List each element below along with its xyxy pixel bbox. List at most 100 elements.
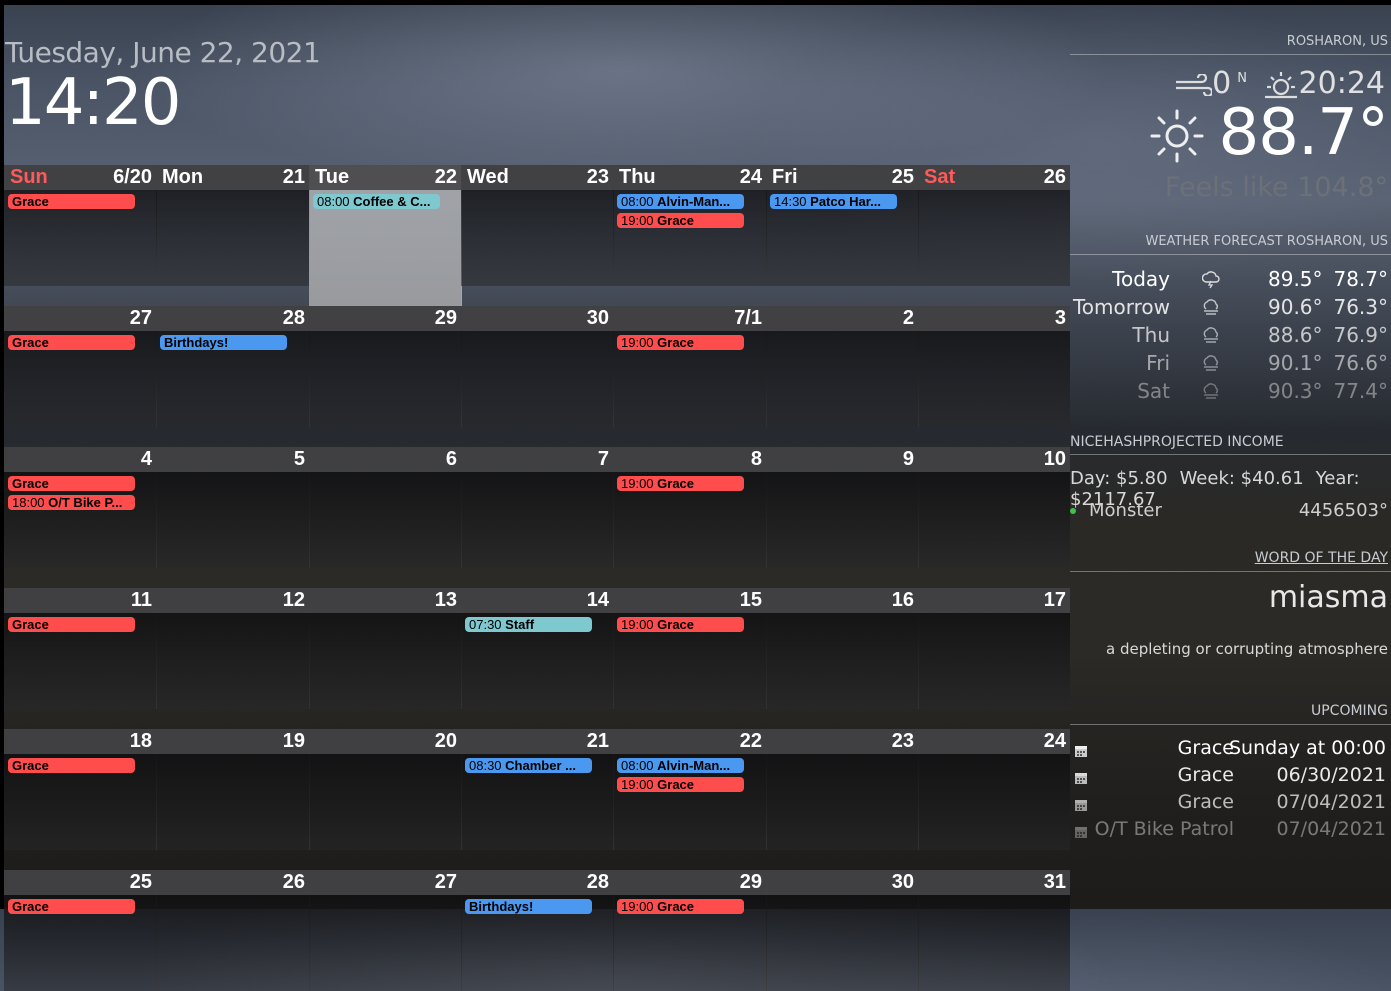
day-number: 7 bbox=[597, 448, 609, 470]
calendar-day[interactable]: 20 bbox=[309, 729, 462, 850]
calendar-event[interactable]: 07:30 Staff bbox=[465, 617, 592, 632]
calendar-day[interactable]: 13 bbox=[309, 588, 462, 709]
calendar-day[interactable]: 2 bbox=[766, 306, 919, 427]
calendar-day[interactable]: Thu 24 08:00 Alvin-Man... 19:00 Grace bbox=[613, 165, 767, 286]
day-number: 5 bbox=[293, 448, 305, 470]
day-header: 22 bbox=[613, 729, 766, 754]
calendar-day[interactable]: 6 bbox=[309, 447, 462, 568]
calendar-event[interactable]: Grace bbox=[8, 899, 135, 914]
calendar-day[interactable]: 16 bbox=[766, 588, 919, 709]
calendar-day[interactable]: 29 19:00 Grace bbox=[613, 870, 767, 991]
calendar-event[interactable]: Grace bbox=[8, 335, 135, 350]
calendar-day[interactable]: 9 bbox=[766, 447, 919, 568]
calendar-day[interactable]: 3 bbox=[918, 306, 1070, 427]
event-title: Chamber ... bbox=[505, 758, 576, 773]
upcoming-event[interactable]: Grace Sunday at 00:00 bbox=[1070, 735, 1391, 762]
forecast-title: WEATHER FORECAST ROSHARON, US bbox=[1145, 234, 1388, 249]
calendar-day[interactable]: 7/1 19:00 Grace bbox=[613, 306, 767, 427]
calendar-day[interactable]: 18 Grace bbox=[4, 729, 157, 850]
upcoming-event[interactable]: Grace 06/30/2021 bbox=[1070, 762, 1391, 789]
calendar-event[interactable]: 19:00 Grace bbox=[617, 213, 744, 228]
calendar-event[interactable]: 19:00 Grace bbox=[617, 899, 744, 914]
upcoming-event[interactable]: O/T Bike Patrol 07/04/2021 bbox=[1070, 816, 1391, 843]
calendar-day[interactable]: 17 bbox=[918, 588, 1070, 709]
day-header: 5 bbox=[156, 447, 309, 472]
calendar-day[interactable]: 27 bbox=[309, 870, 462, 991]
calendar-day[interactable]: 30 bbox=[766, 870, 919, 991]
event-time: 19:00 bbox=[621, 335, 658, 350]
calendar-day[interactable]: 5 bbox=[156, 447, 310, 568]
calendar-day[interactable]: Wed 23 bbox=[461, 165, 614, 286]
calendar-event[interactable]: 08:00 Coffee & C... bbox=[313, 194, 440, 209]
calendar-day[interactable]: 28 Birthdays! bbox=[156, 306, 310, 427]
day-header: 11 bbox=[4, 588, 156, 613]
cloudy-wind-icon bbox=[1202, 354, 1220, 372]
calendar-event[interactable]: 19:00 Grace bbox=[617, 777, 744, 792]
calendar-day[interactable]: Sat 26 bbox=[918, 165, 1070, 286]
calendar-day[interactable]: 25 Grace bbox=[4, 870, 157, 991]
calendar-day[interactable]: 15 19:00 Grace bbox=[613, 588, 767, 709]
calendar-event[interactable]: 08:30 Chamber ... bbox=[465, 758, 592, 773]
calendar-event[interactable]: 08:00 Alvin-Man... bbox=[617, 194, 744, 209]
calendar-event[interactable]: 14:30 Patco Har... bbox=[770, 194, 897, 209]
calendar-day[interactable]: 12 bbox=[156, 588, 310, 709]
calendar-day[interactable]: 22 08:00 Alvin-Man... 19:00 Grace bbox=[613, 729, 767, 850]
calendar-day[interactable]: 19 bbox=[156, 729, 310, 850]
calendar-event[interactable]: 18:00 O/T Bike P... bbox=[8, 495, 135, 510]
calendar-day[interactable]: 28 Birthdays! bbox=[461, 870, 614, 991]
calendar-day[interactable]: 14 07:30 Staff bbox=[461, 588, 614, 709]
day-number: 26 bbox=[282, 871, 305, 893]
calendar-day[interactable]: 21 08:30 Chamber ... bbox=[461, 729, 614, 850]
calendar-event[interactable]: 19:00 Grace bbox=[617, 617, 744, 632]
calendar-event[interactable]: Grace bbox=[8, 617, 135, 632]
calendar-day[interactable]: Fri 25 14:30 Patco Har... bbox=[766, 165, 919, 286]
day-number: 29 bbox=[434, 307, 457, 329]
upcoming-event[interactable]: Grace 07/04/2021 bbox=[1070, 789, 1391, 816]
rig-value: 4456503° bbox=[1298, 500, 1388, 521]
event-time: 08:00 bbox=[621, 758, 658, 773]
calendar-event[interactable]: Grace bbox=[8, 758, 135, 773]
day-header: Mon 21 bbox=[156, 165, 309, 190]
calendar-day[interactable]: 29 bbox=[309, 306, 462, 427]
calendar-event[interactable]: Birthdays! bbox=[160, 335, 287, 350]
event-time: 08:00 bbox=[317, 194, 354, 209]
event-time: 19:00 bbox=[621, 476, 658, 491]
calendar-event[interactable]: 08:00 Alvin-Man... bbox=[617, 758, 744, 773]
calendar-day[interactable]: 4 Grace 18:00 O/T Bike P... bbox=[4, 447, 157, 568]
day-number: 25 bbox=[891, 166, 914, 188]
calendar-day[interactable]: Mon 21 bbox=[156, 165, 310, 286]
calendar-day[interactable]: 10 bbox=[918, 447, 1070, 568]
calendar-day[interactable]: 31 bbox=[918, 870, 1070, 991]
day-number: 29 bbox=[739, 871, 762, 893]
calendar-day[interactable]: 8 19:00 Grace bbox=[613, 447, 767, 568]
upcoming-event-when: 07/04/2021 bbox=[1276, 818, 1386, 840]
calendar-day[interactable]: 11 Grace bbox=[4, 588, 157, 709]
event-time: 14:30 bbox=[774, 194, 811, 209]
calendar-day[interactable]: 26 bbox=[156, 870, 310, 991]
calendar-day[interactable]: 7 bbox=[461, 447, 614, 568]
calendar-event[interactable]: Grace bbox=[8, 476, 135, 491]
calendar-event[interactable]: 19:00 Grace bbox=[617, 335, 744, 350]
day-number: 26 bbox=[1043, 166, 1066, 188]
calendar-day[interactable]: 27 Grace bbox=[4, 306, 157, 427]
weekday-label: Sat bbox=[924, 166, 956, 188]
calendar-day[interactable]: Sun 6/20 Grace bbox=[4, 165, 157, 286]
calendar-event[interactable]: Grace bbox=[8, 194, 135, 209]
day-number: 20 bbox=[434, 730, 457, 752]
day-number: 17 bbox=[1043, 589, 1066, 611]
upcoming-event-title: Grace bbox=[1177, 737, 1234, 759]
calendar-day[interactable]: 30 bbox=[461, 306, 614, 427]
cloudy-wind-icon bbox=[1202, 326, 1220, 344]
calendar-day-today[interactable]: Tue 22 08:00 Coffee & C... bbox=[309, 165, 462, 306]
weekday-label: Mon bbox=[162, 166, 204, 188]
calendar-icon bbox=[1074, 795, 1088, 811]
day-number: 23 bbox=[891, 730, 914, 752]
calendar-week: 18 Grace 19 20 21 08:30 Chamber ... 22 08:00 Al… bbox=[4, 729, 1070, 870]
day-header: 9 bbox=[766, 447, 918, 472]
day-header: 13 bbox=[309, 588, 461, 613]
calendar-event[interactable]: Birthdays! bbox=[465, 899, 592, 914]
event-time: 08:30 bbox=[469, 758, 506, 773]
calendar-day[interactable]: 23 bbox=[766, 729, 919, 850]
calendar-event[interactable]: 19:00 Grace bbox=[617, 476, 744, 491]
calendar-day[interactable]: 24 bbox=[918, 729, 1070, 850]
